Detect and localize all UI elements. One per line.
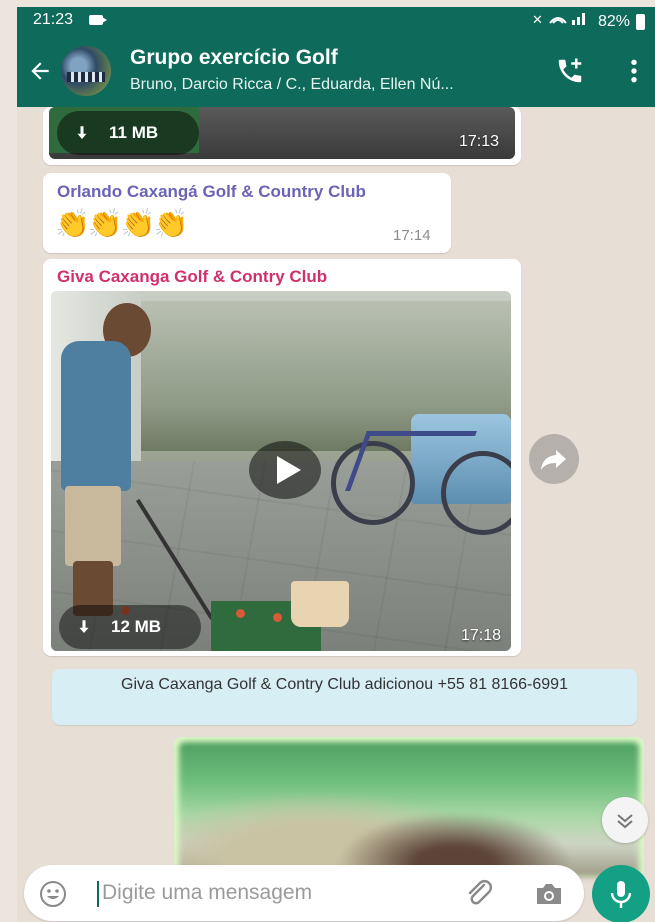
forward-button[interactable] [529,434,579,484]
text-message[interactable]: Orlando Caxangá Golf & Country Club 👏👏👏👏… [43,173,451,253]
system-message: Giva Caxanga Golf & Contry Club adiciono… [52,669,637,725]
status-time: 21:23 [33,11,74,28]
image-thumbnail[interactable] [179,742,639,877]
person-shirt [61,341,131,491]
golf-ball [273,613,282,622]
golf-ball [236,609,245,618]
video-message[interactable]: Giva Caxanga Golf & Contry Club 12 MB 17… [43,259,521,656]
emoji-icon[interactable] [39,880,67,908]
chat-header: Grupo exercício Golf Bruno, Darcio Ricca… [17,34,655,107]
signal-icon: ✕ [532,11,592,32]
message-time: 17:18 [461,627,502,644]
image-thumbnail[interactable]: 11 MB 17:13 [49,107,515,159]
message-time: 17:14 [393,227,431,244]
more-vert-icon[interactable] [629,58,639,84]
download-icon [79,620,89,633]
sender-name[interactable]: Orlando Caxangá Golf & Country Club [57,182,366,202]
battery-percent: 82% [597,12,630,30]
participants-list[interactable]: Bruno, Darcio Ricca / C., Eduarda, Ellen… [130,76,454,94]
status-bar: 21:23 ✕ 82% [17,7,655,34]
attach-icon[interactable] [464,877,496,909]
outgoing-image-message[interactable] [174,737,644,877]
add-call-icon[interactable] [555,56,585,86]
back-arrow-icon[interactable] [27,58,53,84]
status-indicators: ✕ 82% [532,11,645,32]
message-composer [24,865,584,921]
download-button[interactable]: 11 MB [57,111,199,155]
text-caret [97,881,99,907]
media-message[interactable]: 11 MB 17:13 [43,107,521,165]
group-avatar[interactable] [61,46,111,96]
whatsapp-chat-screen: 21:23 ✕ 82% Grupo exercício Golf Bruno, … [17,7,655,922]
bike-frame [345,431,477,491]
video-thumbnail[interactable]: 12 MB 17:18 [51,291,511,651]
ball-bucket [291,581,349,627]
sender-name[interactable]: Giva Caxanga Golf & Contry Club [57,267,327,287]
scroll-down-icon [617,814,633,829]
download-icon [77,126,87,139]
mic-icon [610,881,632,908]
scroll-down-button[interactable] [602,797,648,843]
chat-title[interactable]: Grupo exercício Golf [130,46,338,70]
play-icon[interactable] [249,441,321,499]
download-button[interactable]: 12 MB [59,605,201,649]
message-time: 17:13 [459,133,500,150]
svg-text:✕: ✕ [532,13,543,27]
person-shorts [65,486,121,566]
message-text: 👏👏👏👏 [55,207,188,240]
battery-icon [636,13,645,30]
camera-icon[interactable] [534,880,564,908]
message-input[interactable] [102,875,432,911]
file-size: 11 MB [109,123,159,142]
forward-icon [541,450,566,470]
file-size: 12 MB [111,617,162,636]
voice-message-button[interactable] [592,865,650,922]
video-recording-icon [89,15,107,25]
